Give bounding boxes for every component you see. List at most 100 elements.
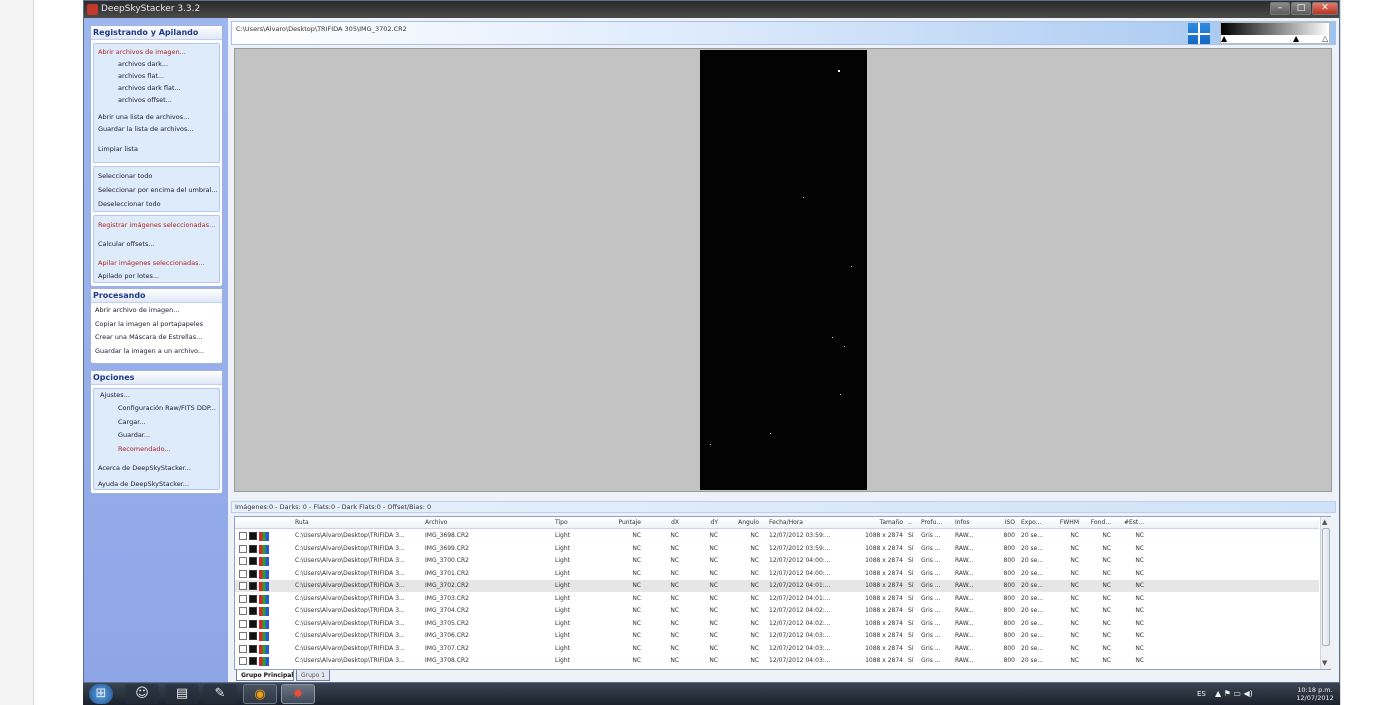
row-checkbox[interactable] <box>239 619 247 628</box>
table-cell: RAW... <box>955 557 974 564</box>
table-row[interactable]: C:\Users\Alvaro\Desktop\TRIFIDA 3... IMG_… <box>235 605 1319 617</box>
scroll-up-icon[interactable]: ▲ <box>1322 518 1327 526</box>
save-settings-link[interactable]: Guardar... <box>118 431 150 439</box>
save-list-link[interactable]: Guardar la lista de archivos... <box>98 125 194 133</box>
deselect-all-link[interactable]: Deseleccionar todo <box>98 200 161 208</box>
white-point-icon[interactable]: △ <box>1322 35 1328 43</box>
table-row[interactable]: C:\Users\Alvaro\Desktop\TRIFIDA 3... IMG_… <box>235 593 1319 605</box>
recommended-settings-link[interactable]: Recomendado... <box>118 445 171 453</box>
register-selected-link[interactable]: Registrar imágenes seleccionadas... <box>98 221 215 229</box>
clock[interactable]: 10:18 p.m. 12/07/2012 <box>1293 686 1337 702</box>
image-thumb-icon <box>249 582 257 590</box>
copy-clipboard-link[interactable]: Copiar la imagen al portapapeles <box>95 320 203 328</box>
select-threshold-link[interactable]: Seleccionar por encima del umbral... <box>98 186 218 194</box>
open-list-link[interactable]: Abrir una lista de archivos... <box>98 113 189 121</box>
table-row[interactable]: C:\Users\Alvaro\Desktop\TRIFIDA 3... IMG_… <box>235 630 1319 642</box>
taskbar-app-people[interactable]: ☺ <box>125 684 159 704</box>
table-cell: 12/07/2012 04:03:... <box>769 644 831 652</box>
column-header[interactable]: FWHM <box>1055 519 1079 526</box>
stack-selected-link[interactable]: Apilar imágenes seleccionadas... <box>98 259 205 267</box>
settings-link[interactable]: Ajustes... <box>100 391 130 399</box>
table-row[interactable]: C:\Users\Alvaro\Desktop\TRIFIDA 3... IMG_… <box>235 655 1319 667</box>
batch-stack-link[interactable]: Apilado por lotes... <box>98 272 159 280</box>
tab-group-1[interactable]: Grupo 1 <box>296 670 330 681</box>
column-header[interactable]: ISO <box>995 519 1015 526</box>
column-header[interactable]: Ruta <box>295 519 420 526</box>
open-images-link[interactable]: Abrir archivos de imagen... <box>98 48 186 56</box>
save-image-link[interactable]: Guardar la imagen a un archivo... <box>95 347 204 355</box>
table-row[interactable]: C:\Users\Alvaro\Desktop\TRIFIDA 3... IMG_… <box>235 568 1319 580</box>
column-header[interactable]: Profu... <box>921 519 951 526</box>
column-header[interactable]: Fond... <box>1087 519 1111 526</box>
column-header[interactable]: Archivo <box>425 519 505 526</box>
clear-list-link[interactable]: Limpiar lista <box>98 145 138 153</box>
column-header[interactable]: Angulo <box>727 519 759 526</box>
file-list[interactable]: Ruta Archivo Tipo Puntaje dX dY Angulo Fecha/Ho… <box>234 516 1331 670</box>
column-header[interactable]: Tipo <box>555 519 595 526</box>
table-row[interactable]: C:\Users\Alvaro\Desktop\TRIFIDA 3... IMG_… <box>235 618 1319 630</box>
column-header[interactable]: Expo... <box>1021 519 1051 526</box>
column-header[interactable]: dX <box>657 519 679 526</box>
table-row[interactable]: C:\Users\Alvaro\Desktop\TRIFIDA 3... IMG_… <box>235 530 1319 542</box>
tray-icons[interactable]: ▲ ⚑ ▭ ◀) <box>1215 689 1253 698</box>
taskbar-app-explorer[interactable]: ▤ <box>165 684 199 704</box>
close-button[interactable]: ✕ <box>1312 2 1338 15</box>
dark-files-link[interactable]: archivos dark... <box>118 60 168 68</box>
compute-offsets-link[interactable]: Calcular offsets... <box>98 240 155 248</box>
language-indicator[interactable]: ES <box>1197 690 1206 698</box>
start-button[interactable]: ⊞ <box>89 684 113 704</box>
image-viewer[interactable]: ⬚ + ✶ ▭ <box>234 48 1332 492</box>
row-checkbox[interactable] <box>239 644 247 653</box>
histogram-slider[interactable]: ▲ ▲ △ <box>1220 22 1330 44</box>
table-row[interactable]: C:\Users\Alvaro\Desktop\TRIFIDA 3... IMG_… <box>235 643 1319 655</box>
table-cell: Light <box>555 569 570 577</box>
row-checkbox[interactable] <box>239 632 247 640</box>
column-header[interactable]: Tamaño <box>855 519 903 526</box>
table-row[interactable]: C:\Users\Alvaro\Desktop\TRIFIDA 3... IMG_… <box>235 555 1319 567</box>
row-checkbox[interactable] <box>239 657 247 665</box>
row-checkbox[interactable] <box>239 607 247 615</box>
column-header[interactable]: #Est... <box>1120 519 1144 526</box>
table-cell: NC <box>709 607 718 614</box>
maximize-button[interactable]: □ <box>1291 2 1311 15</box>
raw-settings-link[interactable]: Configuración Raw/FITS DDP... <box>118 404 216 412</box>
row-checkbox[interactable] <box>239 594 247 603</box>
offset-files-link[interactable]: archivos offset... <box>118 96 172 104</box>
table-cell: NC <box>750 532 759 539</box>
column-header[interactable]: .. <box>908 519 916 526</box>
row-checkbox[interactable] <box>239 569 247 578</box>
scroll-thumb[interactable] <box>1322 528 1330 646</box>
row-checkbox[interactable] <box>239 532 247 540</box>
table-cell: C:\Users\Alvaro\Desktop\TRIFIDA 3... <box>295 632 405 639</box>
select-all-link[interactable]: Seleccionar todo <box>98 172 152 180</box>
tab-main-group[interactable]: Grupo Principal <box>236 670 294 681</box>
black-point-icon[interactable]: ▲ <box>1221 35 1227 43</box>
help-link[interactable]: Ayuda de DeepSkyStacker... <box>98 480 189 488</box>
taskbar-app-firefox[interactable]: ◉ <box>243 684 277 704</box>
midpoint-icon[interactable]: ▲ <box>1293 35 1299 43</box>
table-row[interactable]: C:\Users\Alvaro\Desktop\TRIFIDA 3... IMG_… <box>235 543 1319 555</box>
table-row[interactable]: C:\Users\Alvaro\Desktop\TRIFIDA 3... IMG_… <box>235 580 1319 592</box>
open-image-link[interactable]: Abrir archivo de imagen... <box>95 306 179 314</box>
minimize-button[interactable]: – <box>1270 2 1290 15</box>
about-link[interactable]: Acerca de DeepSkyStacker... <box>98 464 191 472</box>
table-cell: Sí <box>908 619 914 627</box>
taskbar-app-edit[interactable]: ✎ <box>203 684 237 704</box>
grid-icon[interactable] <box>1188 23 1210 44</box>
row-checkbox[interactable] <box>239 544 247 553</box>
dark-flat-files-link[interactable]: archivos dark flat... <box>118 84 181 92</box>
app-icon <box>87 4 98 15</box>
column-header[interactable]: Infos <box>955 519 985 526</box>
column-header[interactable]: Puntaje <box>605 519 641 526</box>
row-checkbox[interactable] <box>239 582 247 590</box>
load-settings-link[interactable]: Cargar... <box>118 418 145 426</box>
column-header[interactable]: Fecha/Hora <box>769 519 839 526</box>
flat-files-link[interactable]: archivos flat... <box>118 72 164 80</box>
table-cell: NC <box>750 544 759 552</box>
taskbar-app-deepskystacker[interactable]: ✸ <box>281 684 315 704</box>
star-mask-link[interactable]: Crear una Máscara de Estrellas... <box>95 333 202 341</box>
scroll-down-icon[interactable]: ▼ <box>1322 659 1327 667</box>
column-header[interactable]: dY <box>696 519 718 526</box>
row-checkbox[interactable] <box>239 557 247 565</box>
list-scrollbar[interactable]: ▲ ▼ <box>1320 517 1331 669</box>
